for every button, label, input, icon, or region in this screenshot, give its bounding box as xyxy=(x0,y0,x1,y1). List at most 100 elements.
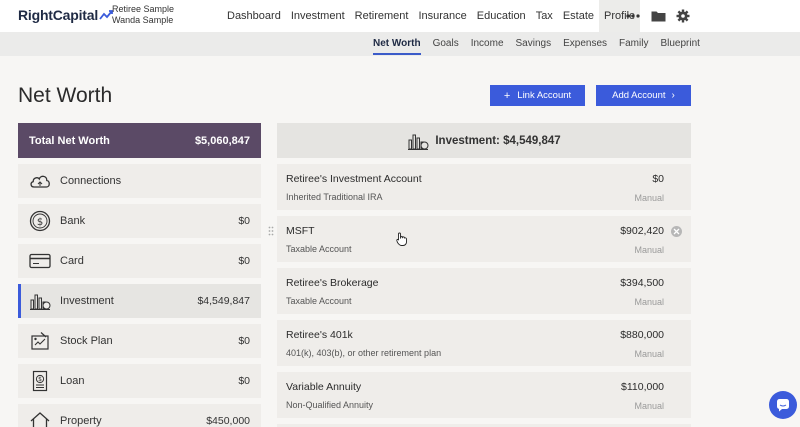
account-type: Inherited Traditional IRA xyxy=(286,192,383,202)
nav-education[interactable]: Education xyxy=(472,0,531,32)
subnav-savings[interactable]: Savings xyxy=(510,32,558,56)
sidebar-item-connections[interactable]: Connections xyxy=(18,164,261,198)
account-type: Taxable Account xyxy=(286,244,352,254)
sidebar-item-label: Property xyxy=(60,415,102,427)
subnav-expenses[interactable]: Expenses xyxy=(557,32,613,56)
subnav-family[interactable]: Family xyxy=(613,32,654,56)
nav-retirement[interactable]: Retirement xyxy=(350,0,414,32)
total-net-worth-card: Total Net Worth $5,060,847 xyxy=(18,123,261,158)
sidebar-item-label: Stock Plan xyxy=(60,335,113,347)
folder-icon[interactable] xyxy=(647,0,669,32)
account-type: 401(k), 403(b), or other retirement plan xyxy=(286,348,442,358)
account-name: Variable Annuity xyxy=(286,381,362,393)
add-account-button[interactable]: Add Account › xyxy=(596,85,691,106)
gear-icon[interactable] xyxy=(672,0,694,32)
nav-dashboard[interactable]: Dashboard xyxy=(222,0,286,32)
sidebar-item-label: Card xyxy=(60,255,84,267)
account-row[interactable]: Variable Annuity Non-Qualified Annuity $… xyxy=(277,372,691,418)
account-value: $394,500 xyxy=(620,277,664,289)
account-row[interactable]: Retiree's Brokerage Taxable Account $394… xyxy=(277,268,691,314)
sidebar-item-value: $4,549,847 xyxy=(197,295,250,307)
sidebar-item-label: Connections xyxy=(60,175,122,187)
sidebar-item-value: $0 xyxy=(238,215,250,227)
account-source: Manual xyxy=(634,349,664,359)
page-title: Net Worth xyxy=(18,84,113,107)
account-value: $0 xyxy=(652,173,664,185)
investment-header-text: Investment: $4,549,847 xyxy=(435,134,561,147)
rightcapital-logo[interactable]: RightCapital xyxy=(18,7,113,23)
chevron-right-icon: › xyxy=(671,90,675,101)
drag-handle-icon[interactable] xyxy=(268,226,274,236)
svg-text:$: $ xyxy=(37,217,43,228)
account-row[interactable]: Retiree's Investment Account Inherited T… xyxy=(277,164,691,210)
sidebar-item-label: Loan xyxy=(60,375,85,387)
household-names[interactable]: Retiree Sample Wanda Sample xyxy=(112,4,174,26)
account-source: Manual xyxy=(634,401,664,411)
sidebar-item-loan[interactable]: $ Loan $0 xyxy=(18,364,261,398)
chart-bars-icon xyxy=(28,289,52,313)
subnav-income[interactable]: Income xyxy=(465,32,510,56)
sub-nav: Net Worth Goals Income Savings Expenses … xyxy=(367,32,706,56)
total-net-worth-value: $5,060,847 xyxy=(194,134,250,147)
account-value: $110,000 xyxy=(620,381,664,393)
remove-account-icon[interactable] xyxy=(671,226,682,237)
chart-bars-icon xyxy=(407,131,429,151)
add-account-label: Add Account xyxy=(612,90,666,101)
stock-certificate-icon xyxy=(28,329,52,353)
account-type: Non-Qualified Annuity xyxy=(286,400,374,410)
plus-icon: + xyxy=(503,89,511,102)
nav-insurance[interactable]: Insurance xyxy=(413,0,471,32)
investment-section-header: Investment: $4,549,847 xyxy=(277,123,691,158)
sidebar-item-label: Investment xyxy=(60,295,114,307)
account-source: Manual xyxy=(634,245,664,255)
total-net-worth-label: Total Net Worth xyxy=(29,134,110,147)
account-name: Retiree's Investment Account xyxy=(286,173,422,185)
house-icon xyxy=(28,409,52,427)
main-nav: Dashboard Investment Retirement Insuranc… xyxy=(222,0,641,32)
account-name: MSFT xyxy=(286,225,315,237)
svg-text:$: $ xyxy=(38,376,42,383)
account-name: Retiree's Brokerage xyxy=(286,277,379,289)
link-account-button[interactable]: + Link Account xyxy=(490,85,585,106)
account-value: $880,000 xyxy=(620,329,664,341)
sidebar-item-value: $0 xyxy=(238,375,250,387)
sidebar-item-card[interactable]: Card $0 xyxy=(18,244,261,278)
nav-investment[interactable]: Investment xyxy=(286,0,350,32)
account-name: Retiree's 401k xyxy=(286,329,353,341)
hand-cursor-icon xyxy=(396,232,407,246)
secondary-user-name: Wanda Sample xyxy=(112,15,174,25)
sidebar-item-stock-plan[interactable]: Stock Plan $0 xyxy=(18,324,261,358)
link-account-label: Link Account xyxy=(517,90,572,101)
logo-arrow-icon xyxy=(99,10,113,20)
cloud-icon xyxy=(28,169,52,193)
sidebar-item-investment[interactable]: Investment $4,549,847 xyxy=(18,284,261,318)
top-navigation-bar: RightCapital Retiree Sample Wanda Sample… xyxy=(0,0,800,32)
dollar-coin-icon: $ xyxy=(28,209,52,233)
account-value: $902,420 xyxy=(620,225,664,237)
top-icons xyxy=(622,0,697,32)
account-type: Taxable Account xyxy=(286,296,352,306)
account-source: Manual xyxy=(634,297,664,307)
primary-user-name: Retiree Sample xyxy=(112,4,175,14)
profile-sub-navigation: Net Worth Goals Income Savings Expenses … xyxy=(0,32,800,56)
logo-text: RightCapital xyxy=(18,7,99,23)
sidebar-item-value: $0 xyxy=(238,335,250,347)
account-row[interactable]: Retiree's 401k 401(k), 403(b), or other … xyxy=(277,320,691,366)
nav-estate[interactable]: Estate xyxy=(558,0,599,32)
more-icon[interactable] xyxy=(622,0,644,32)
subnav-net-worth[interactable]: Net Worth xyxy=(367,32,427,56)
account-row[interactable]: MSFT Taxable Account $902,420 Manual xyxy=(277,216,691,262)
subnav-goals[interactable]: Goals xyxy=(427,32,465,56)
sidebar-item-value: $0 xyxy=(238,255,250,267)
chat-icon xyxy=(777,399,789,412)
sidebar-item-value: $450,000 xyxy=(206,415,250,427)
chat-support-button[interactable] xyxy=(769,391,797,419)
credit-card-icon xyxy=(28,249,52,273)
nav-tax[interactable]: Tax xyxy=(531,0,558,32)
account-source: Manual xyxy=(634,193,664,203)
subnav-blueprint[interactable]: Blueprint xyxy=(654,32,705,56)
sidebar-item-bank[interactable]: $ Bank $0 xyxy=(18,204,261,238)
loan-icon: $ xyxy=(28,369,52,393)
sidebar-item-label: Bank xyxy=(60,215,86,227)
sidebar-item-property[interactable]: Property $450,000 xyxy=(18,404,261,427)
